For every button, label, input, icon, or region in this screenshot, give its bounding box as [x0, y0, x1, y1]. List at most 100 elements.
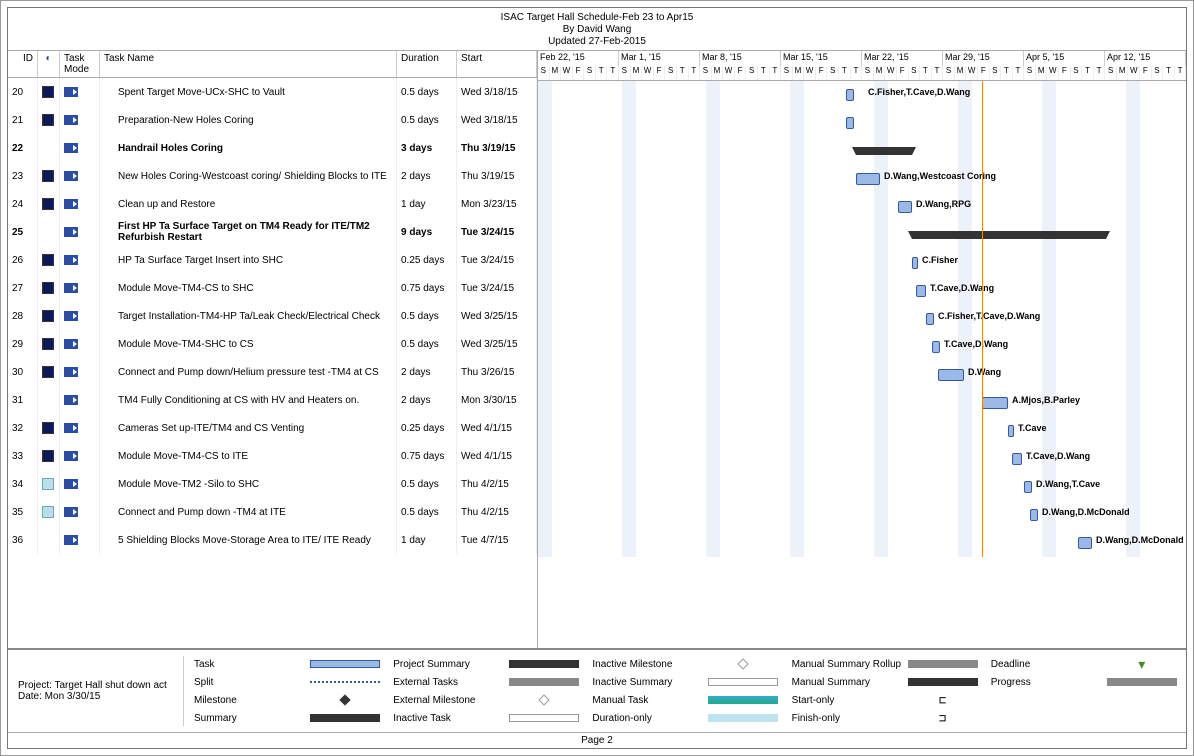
id-cell: 28 [8, 302, 38, 330]
project-date: Date: Mon 3/30/15 [18, 691, 179, 702]
gantt-row: C.Fisher,T.Cave,D.Wang [538, 81, 1186, 109]
day-label: W [1128, 66, 1140, 81]
day-label: F [654, 66, 666, 81]
gantt-row: T.Cave,D.Wang [538, 333, 1186, 361]
start-cell: Thu 3/19/15 [457, 134, 537, 162]
start-cell: Thu 4/2/15 [457, 498, 537, 526]
legend-label: Summary [194, 713, 304, 724]
name-cell: First HP Ta Surface Target on TM4 Ready … [100, 218, 397, 246]
task-mode-icon [64, 367, 78, 377]
duration-cell: 0.5 days [397, 470, 457, 498]
day-label: S [665, 66, 677, 81]
task-bar [856, 173, 880, 185]
task-mode-icon [64, 87, 78, 97]
name-cell: Cameras Set up-ITE/TM4 and CS Venting [100, 414, 397, 442]
start-cell: Tue 3/24/15 [457, 218, 537, 246]
resource-label: C.Fisher,T.Cave,D.Wang [938, 311, 1040, 321]
gantt-row: D.Wang [538, 361, 1186, 389]
info-cell [38, 442, 60, 470]
day-label: T [1175, 66, 1186, 81]
gantt-row: C.Fisher [538, 249, 1186, 277]
id-cell: 25 [8, 218, 38, 246]
resource-label: D.Wang,Westcoast Coring [884, 171, 996, 181]
gantt-row: C.Fisher,T.Cave,D.Wang [538, 305, 1186, 333]
legend-label: Task [194, 659, 304, 670]
table-row: 26HP Ta Surface Target Insert into SHC0.… [8, 246, 537, 274]
id-cell: 26 [8, 246, 38, 274]
name-cell: Connect and Pump down/Helium pressure te… [100, 358, 397, 386]
day-label: S [1024, 66, 1036, 81]
duration-cell: 0.5 days [397, 330, 457, 358]
legend-swatch [908, 678, 978, 686]
table-header: ID ◐ Task Mode Task Name Duration Start [8, 51, 537, 78]
col-dur: Duration [397, 51, 457, 77]
week-label: Mar 1, '15 [619, 51, 700, 66]
name-cell: Handrail Holes Coring [100, 134, 397, 162]
info-cell [38, 190, 60, 218]
legend-swatch [708, 696, 778, 704]
mode-cell [60, 246, 100, 274]
duration-cell: 0.25 days [397, 414, 457, 442]
day-label: F [573, 66, 585, 81]
start-cell: Wed 4/1/15 [457, 442, 537, 470]
duration-cell: 2 days [397, 162, 457, 190]
start-cell: Tue 3/24/15 [457, 246, 537, 274]
day-label: S [746, 66, 758, 81]
mode-cell [60, 498, 100, 526]
id-cell: 20 [8, 78, 38, 106]
legend-item: Split [194, 677, 383, 688]
duration-cell: 1 day [397, 526, 457, 554]
summary-bar [912, 231, 1106, 239]
legend-label: Inactive Milestone [592, 659, 702, 670]
day-label: M [793, 66, 805, 81]
project-name: Project: Target Hall shut down act [18, 680, 179, 691]
resource-label: T.Cave,D.Wang [930, 283, 994, 293]
task-mode-icon [64, 283, 78, 293]
legend-item: Task [194, 659, 383, 670]
day-label: M [550, 66, 562, 81]
start-cell: Wed 3/25/15 [457, 302, 537, 330]
info-icon [42, 114, 54, 126]
day-label: F [735, 66, 747, 81]
info-cell [38, 106, 60, 134]
resource-label: A.Mjos,B.Parley [1012, 395, 1080, 405]
info-icon [42, 450, 54, 462]
legend-swatch: ⊐ [908, 711, 978, 725]
info-cell [38, 302, 60, 330]
legend-swatch [708, 678, 778, 686]
id-cell: 34 [8, 470, 38, 498]
legend-item: Inactive Milestone [592, 659, 781, 670]
week-label: Mar 22, '15 [862, 51, 943, 66]
id-cell: 32 [8, 414, 38, 442]
legend-swatch [708, 714, 778, 722]
resource-label: D.Wang,RPG [916, 199, 971, 209]
day-label: W [642, 66, 654, 81]
duration-cell: 0.25 days [397, 246, 457, 274]
task-table: ID ◐ Task Mode Task Name Duration Start … [8, 51, 538, 648]
legend-label: Deadline [991, 659, 1101, 670]
start-cell: Wed 3/25/15 [457, 330, 537, 358]
notes-icon [42, 506, 54, 518]
task-bar [932, 341, 940, 353]
day-label: S [619, 66, 631, 81]
legend-label: Manual Summary [792, 677, 902, 688]
mode-cell [60, 78, 100, 106]
task-mode-icon [64, 339, 78, 349]
info-cell [38, 358, 60, 386]
id-cell: 24 [8, 190, 38, 218]
task-mode-icon [64, 395, 78, 405]
day-label: S [781, 66, 793, 81]
legend-item: Deadline▾ [991, 656, 1180, 673]
byline: By David Wang [8, 24, 1186, 36]
id-cell: 36 [8, 526, 38, 554]
task-bar [846, 117, 854, 129]
day-label: T [596, 66, 608, 81]
mode-cell [60, 414, 100, 442]
id-cell: 21 [8, 106, 38, 134]
week-label: Mar 15, '15 [781, 51, 862, 66]
info-icon [42, 422, 54, 434]
info-cell [38, 162, 60, 190]
legend-swatch: ⊏ [908, 693, 978, 707]
table-row: 28Target Installation-TM4-HP Ta/Leak Che… [8, 302, 537, 330]
day-label: T [770, 66, 782, 81]
